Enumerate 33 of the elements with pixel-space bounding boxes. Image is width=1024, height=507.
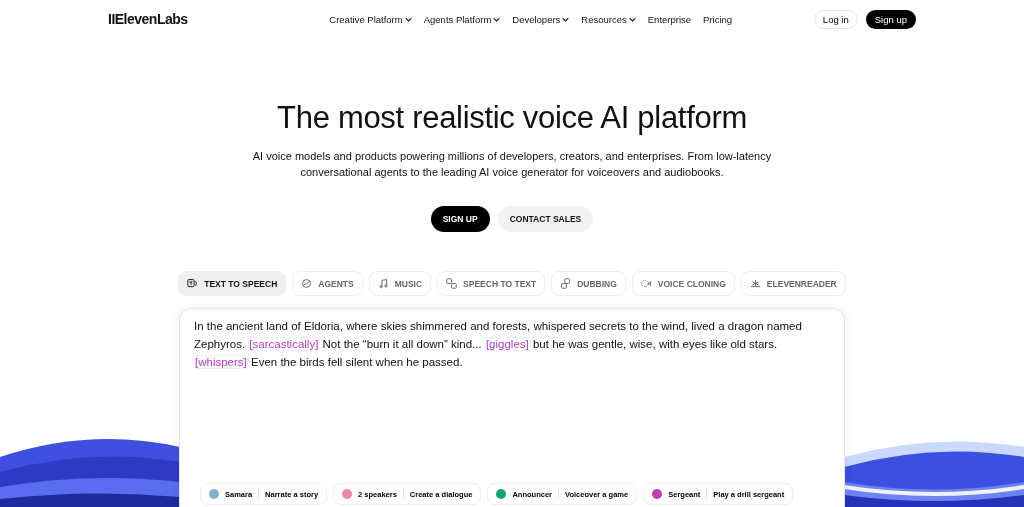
chevron-icon [562, 16, 570, 22]
nav-link[interactable]: Developers [512, 13, 570, 25]
hero-title: The most realistic voice AI platform [277, 100, 747, 136]
product-tab[interactable]: AGENTS [292, 271, 363, 296]
chevron-icon [404, 16, 412, 22]
product-tab[interactable]: SPEECH TO TEXT [437, 271, 546, 296]
contact-sales-button[interactable]: CONTACT SALES [497, 206, 594, 232]
signup-button[interactable]: Sign up [865, 9, 916, 29]
hero-subtitle: AI voice models and products powering millions of developers, creators, and enterprises. From low-latency conversational agents to the leading AI voice generator for voiceovers and audiobooks. [251, 149, 773, 180]
editor-text: In the ancient land of Eldoria, where skies shimmered and forests, whispered secrets to the wind, lived a dragon named Zephyros. [sarcastically] Not the “burn it all down” kind... [giggles] but he was gentle, wise, with eyes like old stars. [whispers] Even the birds fell silent when he passed. [194, 319, 803, 371]
product-tab[interactable]: MUSIC [368, 271, 432, 296]
nav-link[interactable]: Creative Platform [329, 13, 412, 25]
product-tab[interactable]: ELEVENREADER [740, 271, 846, 296]
sparkle-icon [749, 278, 761, 289]
nav-link[interactable]: Enterprise [647, 13, 692, 25]
music-note-icon [377, 278, 389, 289]
nav-link[interactable]: Resources [581, 13, 636, 25]
nav-link[interactable]: Agents Platform [423, 13, 501, 25]
translate-icon [446, 278, 458, 289]
signup-cta-button[interactable]: SIGN UP [430, 206, 490, 232]
product-tab[interactable]: VOICE CLONING [631, 271, 735, 296]
brand-logo[interactable]: IIElevenLabs [108, 11, 188, 27]
product-tab[interactable]: DUBBING [551, 271, 626, 296]
chevron-icon [493, 16, 501, 22]
product-tab[interactable]: TEXT TO SPEECH [178, 271, 287, 296]
circle-icon [301, 278, 313, 289]
speaker-text-icon [187, 278, 199, 289]
chevron-icon [628, 16, 636, 22]
text-editor[interactable] [179, 308, 845, 507]
login-button[interactable]: Log in [813, 9, 858, 29]
sound-wave-icon [640, 278, 652, 289]
dubbing-icon [560, 278, 572, 289]
nav-link[interactable]: Pricing [703, 13, 733, 25]
